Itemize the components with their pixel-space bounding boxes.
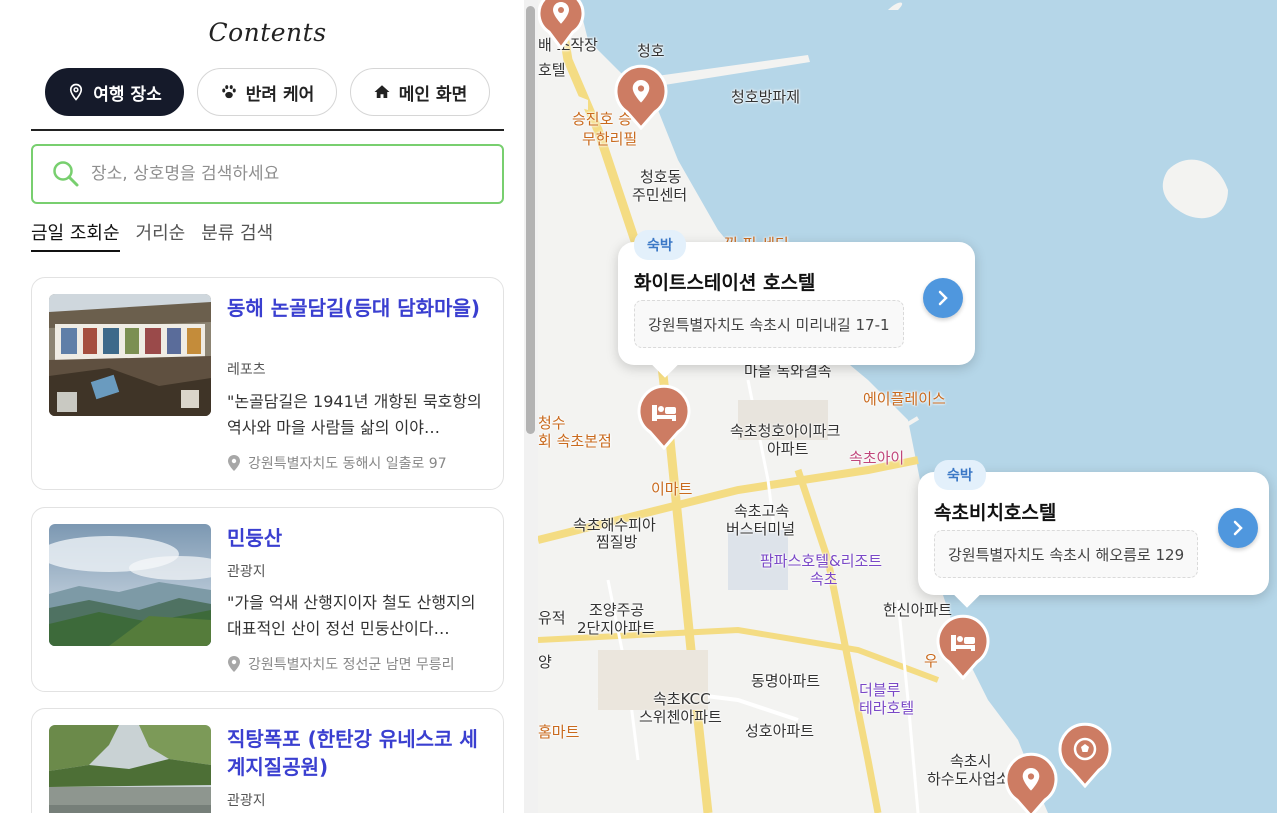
place-title[interactable]: 동해 논골담길(등대 담화마을) [227, 294, 487, 322]
place-card[interactable]: 동해 논골담길(등대 담화마을) 레포츠 "논골담길은 1941년 개항된 묵호… [31, 277, 504, 490]
place-popup[interactable]: 숙박 화이트스테이션 호스텔 강원특별자치도 속초시 미리내길 17-1 [618, 230, 975, 378]
tab-main-screen[interactable]: 메인 화면 [350, 68, 490, 116]
popup-address: 강원특별자치도 속초시 미리내길 17-1 [634, 300, 904, 348]
sort-today-views[interactable]: 금일 조회순 [31, 219, 120, 252]
map-label: 호텔 [538, 61, 566, 79]
location-pin-icon [228, 656, 240, 672]
location-marker-icon[interactable] [613, 64, 669, 130]
popup-title: 속초비치호스텔 [934, 502, 1057, 524]
map-label: 청호방파제 [731, 88, 801, 106]
map[interactable]: 배 조작장 호텔 청호 청호방파제 승진호 승 무한리필 청호동 주민센터 낑 … [538, 0, 1277, 813]
place-photo [49, 294, 211, 416]
map-label: 속초아이 [849, 449, 905, 467]
sports-marker-icon[interactable] [1057, 722, 1113, 788]
map-label: 아파트 [767, 440, 809, 458]
location-pin-icon [70, 83, 83, 101]
category-badge: 숙박 [634, 230, 686, 260]
place-card[interactable]: 민둥산 관광지 "가을 억새 산행지이자 철도 산행지의 대표적인 산이 정선 … [31, 507, 504, 692]
map-label: 무한리필 [582, 130, 638, 148]
map-label: 2단지아파트 [577, 619, 656, 637]
lodging-marker-icon[interactable] [636, 384, 692, 450]
place-category: 레포츠 [227, 362, 266, 378]
tab-label: 메인 화면 [398, 84, 468, 105]
app-logo[interactable]: Contents [0, 18, 524, 47]
place-card[interactable]: 직탕폭포 (한탄강 유네스코 세계지질공원) 관광지 [31, 708, 504, 813]
main-tabs: 여행 장소 반려 케어 메인 화면 [45, 68, 490, 116]
map-label: 테라호텔 [859, 699, 915, 717]
tab-label: 여행 장소 [93, 84, 162, 105]
map-label: 성호아파트 [745, 722, 815, 740]
place-photo [49, 524, 211, 646]
place-popup[interactable]: 숙박 속초비치호스텔 강원특별자치도 속초시 해오름로 129 [918, 460, 1269, 608]
side-panel: Contents 여행 장소 반려 케어 메인 화면 금일 조회순 거리순 분류… [0, 0, 524, 813]
map-label: 버스터미널 [726, 520, 796, 538]
paw-icon [222, 85, 236, 99]
map-label: 하수도사업소 [927, 770, 1010, 788]
map-label: 홈마트 [538, 723, 580, 741]
map-label: 동명아파트 [751, 672, 821, 690]
address-text: 강원특별자치도 정선군 남면 무릉리 [248, 657, 455, 673]
address-text: 강원특별자치도 동해시 일출로 97 [248, 456, 447, 472]
search-input[interactable] [91, 164, 502, 184]
map-label: 회 속초본점 [538, 432, 612, 450]
search-box[interactable] [31, 144, 504, 204]
place-title[interactable]: 민둥산 [227, 524, 487, 552]
place-description: "가을 억새 산행지이자 철도 산행지의 대표적인 산이 정선 민둥산이다… [227, 593, 476, 638]
search-icon [53, 161, 79, 187]
location-pin-icon [228, 455, 240, 471]
tab-travel-places[interactable]: 여행 장소 [45, 68, 184, 116]
tab-label: 반려 케어 [245, 84, 315, 105]
divider [31, 129, 504, 131]
map-label: 주민센터 [632, 186, 688, 204]
home-icon [374, 85, 390, 98]
lodging-marker-icon[interactable] [935, 614, 991, 680]
map-label: 스위첸아파트 [639, 708, 722, 726]
map-label: 속초 [810, 570, 838, 588]
map-label: 이마트 [651, 480, 693, 498]
chevron-right-icon [1233, 520, 1243, 536]
sort-distance[interactable]: 거리순 [136, 219, 186, 252]
location-marker-icon[interactable] [1003, 752, 1059, 813]
location-marker-icon[interactable] [538, 0, 585, 50]
place-category: 관광지 [227, 564, 266, 580]
map-label: 에이플레이스 [863, 390, 946, 408]
popup-address: 강원특별자치도 속초시 해오름로 129 [934, 530, 1199, 578]
popup-detail-button[interactable] [1218, 508, 1258, 548]
scrollbar-thumb[interactable] [526, 6, 535, 434]
popup-title: 화이트스테이션 호스텔 [634, 272, 816, 294]
place-photo [49, 725, 211, 813]
place-category: 관광지 [227, 793, 266, 809]
sort-category-search[interactable]: 분류 검색 [201, 219, 273, 252]
map-label: 유적 [538, 609, 566, 627]
place-title[interactable]: 직탕폭포 (한탄강 유네스코 세계지질공원) [227, 725, 487, 781]
map-label: 찜질방 [596, 533, 638, 551]
place-address: 강원특별자치도 동해시 일출로 97 [227, 453, 447, 473]
place-address: 강원특별자치도 정선군 남면 무릉리 [227, 654, 455, 674]
chevron-right-icon [938, 290, 948, 306]
place-description: "논골담길은 1941년 개항된 묵호항의 역사와 마을 사람들 삶의 이야… [227, 392, 482, 437]
map-label: 청호 [637, 42, 665, 60]
map-label: 양 [538, 653, 552, 671]
sort-tabs: 금일 조회순 거리순 분류 검색 [31, 219, 273, 252]
tab-pet-care[interactable]: 반려 케어 [197, 68, 337, 116]
category-badge: 숙박 [934, 460, 986, 490]
popup-detail-button[interactable] [923, 278, 963, 318]
